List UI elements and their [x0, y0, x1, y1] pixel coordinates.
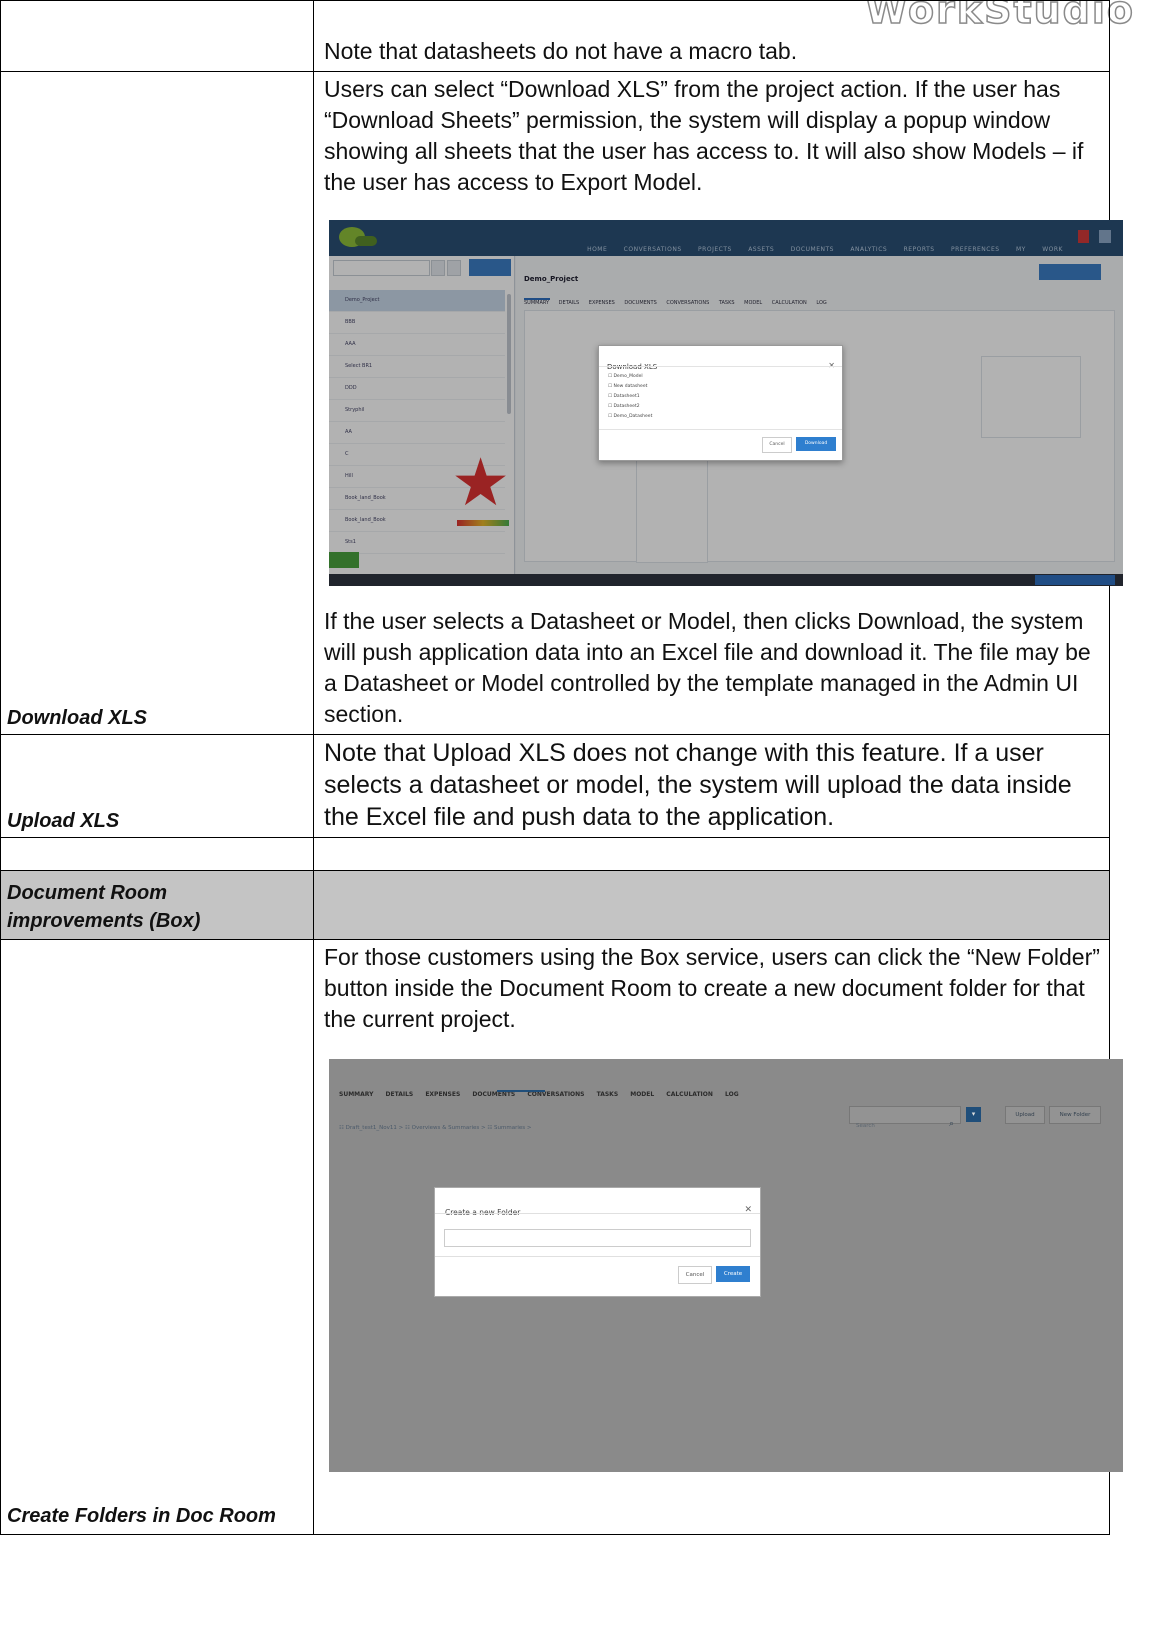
doc-search-input: Search ⌕: [849, 1106, 961, 1129]
cancel-button: Cancel: [762, 437, 792, 453]
sheet-option-label: Demo_Datasheet: [613, 414, 653, 419]
download-xls-cell: Users can select “Download XLS” from the…: [313, 71, 1123, 735]
spacer-cell: [313, 837, 1110, 871]
upload-xls-label: Upload XLS: [0, 734, 314, 838]
sheet-option-label: Demo_Model: [613, 374, 643, 379]
download-button: Download: [796, 437, 836, 451]
sheet-option: ☐ Datasheet2: [608, 404, 640, 409]
macro-note-text: Note that datasheets do not have a macro…: [324, 38, 798, 64]
sheet-option: ☐ Demo_Model: [608, 374, 643, 379]
create-folders-text: For those customers using the Box servic…: [324, 944, 1100, 1032]
row-section-header: Document Room improvements (Box): [0, 870, 1110, 940]
sheet-option-label: New datasheet: [613, 384, 648, 389]
active-tab-indicator: [497, 1090, 545, 1092]
sheet-option-label: Datasheet1: [613, 394, 640, 399]
close-icon: ✕: [744, 1205, 752, 1215]
create-button: Create: [716, 1266, 750, 1282]
sheet-option: ☐ Demo_Datasheet: [608, 414, 653, 419]
section-empty-cell: [313, 870, 1110, 940]
download-xls-intro: Users can select “Download XLS” from the…: [324, 76, 1084, 195]
modal-divider: [599, 429, 842, 430]
row-download-xls: Download XLS Users can select “Download …: [0, 71, 1123, 735]
folder-name-input: [444, 1229, 751, 1247]
create-folders-label: Create Folders in Doc Room: [0, 939, 314, 1535]
row-label-empty: [0, 0, 314, 72]
section-label: Document Room improvements (Box): [0, 870, 314, 940]
upload-button: Upload: [1005, 1106, 1045, 1124]
create-folders-cell: For those customers using the Box servic…: [313, 939, 1123, 1535]
new-folder-button: New Folder: [1049, 1106, 1101, 1124]
doc-tabs: SUMMARY DETAILS EXPENSES DOCUMENTS CONVE…: [339, 1091, 739, 1098]
spacer-cell: [0, 837, 314, 871]
row-create-folders: Create Folders in Doc Room For those cus…: [0, 939, 1123, 1535]
create-folder-screenshot: SUMMARY DETAILS EXPENSES DOCUMENTS CONVE…: [329, 1059, 1123, 1472]
download-xls-modal: Download XLS ✕ ☐ Demo_Model ☐ New datash…: [598, 345, 843, 461]
breadcrumb: ☷ Draft_test1_Nov11 > ☷ Overviews & Summ…: [339, 1125, 532, 1131]
row-upload-xls: Upload XLS Note that Upload XLS does not…: [0, 734, 1110, 838]
upload-xls-text: Note that Upload XLS does not change wit…: [324, 739, 1072, 831]
chevron-down-icon: ▾: [966, 1107, 981, 1122]
upload-xls-cell: Note that Upload XLS does not change wit…: [313, 734, 1110, 838]
modal-divider: [435, 1213, 760, 1214]
create-folder-modal: Create a new Folder ✕ Folder Name Cancel…: [434, 1187, 761, 1297]
cancel-button: Cancel: [678, 1266, 712, 1284]
download-xls-after: If the user selects a Datasheet or Model…: [324, 608, 1091, 727]
modal-divider: [435, 1256, 760, 1257]
search-icon: ⌕: [948, 1119, 954, 1129]
sheet-options: ☐ Demo_Model ☐ New datasheet ☐ Datasheet…: [608, 372, 652, 422]
feature-table: Note that datasheets do not have a macro…: [0, 0, 1123, 1535]
download-xls-screenshot: HOME CONVERSATIONS PROJECTS ASSETS DOCUM…: [329, 220, 1123, 586]
sheet-option: ☐ Datasheet1: [608, 394, 640, 399]
download-xls-label: Download XLS: [0, 71, 314, 735]
modal-divider: [599, 366, 842, 367]
row-text: Note that datasheets do not have a macro…: [313, 0, 1110, 72]
sheet-option: ☐ New datasheet: [608, 384, 648, 389]
sheet-option-label: Datasheet2: [613, 404, 640, 409]
row-spacer: [0, 837, 1110, 871]
search-placeholder: Search: [856, 1123, 875, 1129]
row-macro-note: Note that datasheets do not have a macro…: [0, 0, 1110, 72]
